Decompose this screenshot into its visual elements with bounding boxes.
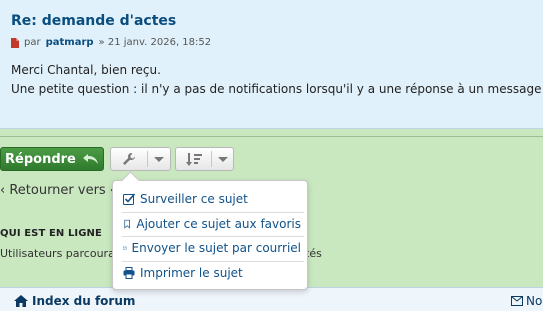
post-doc-icon[interactable] xyxy=(11,37,19,48)
sort-segment[interactable] xyxy=(176,148,211,170)
chevron-down-icon xyxy=(217,156,228,162)
envelope-icon xyxy=(123,246,127,250)
wrench-segment[interactable] xyxy=(111,148,147,170)
who-is-online-text: Utilisateurs parcourar xyxy=(0,247,120,260)
divider xyxy=(0,136,543,137)
menu-item-bookmark-topic[interactable]: Ajouter ce sujet aux favoris xyxy=(123,214,301,234)
notifications-link[interactable]: No xyxy=(511,294,542,308)
post-by-label: par xyxy=(24,37,41,48)
menu-divider xyxy=(122,212,304,213)
wrench-icon xyxy=(123,153,136,165)
reply-button[interactable]: Répondre xyxy=(0,147,104,171)
reply-arrow-icon xyxy=(82,154,98,164)
envelope-icon xyxy=(511,296,523,306)
notifications-label: No xyxy=(526,294,543,308)
post-meta: par patmarp » 21 janv. 2026, 18:52 xyxy=(11,37,211,48)
post-line: Merci Chantal, bien reçu. xyxy=(11,63,161,77)
bookmark-icon xyxy=(124,219,130,229)
menu-item-print-topic[interactable]: Imprimer le sujet xyxy=(123,263,301,283)
reply-button-label: Répondre xyxy=(5,151,76,167)
menu-item-label: Surveiller ce sujet xyxy=(140,192,248,206)
dropdown-pointer xyxy=(121,171,140,190)
sort-dropdown-toggle[interactable] xyxy=(212,148,233,170)
check-square-icon xyxy=(123,193,135,205)
forum-index-label: Index du forum xyxy=(32,294,136,308)
post-author-link[interactable]: patmarp xyxy=(46,37,94,48)
post-line: Une petite question : il n'y a pas de no… xyxy=(11,82,543,96)
post-body: Merci Chantal, bien reçu. Une petite que… xyxy=(11,61,543,99)
topic-tools-dropdown: Surveiller ce sujet Ajouter ce sujet aux… xyxy=(112,171,308,290)
menu-item-watch-topic[interactable]: Surveiller ce sujet xyxy=(123,189,301,209)
post-panel: Re: demande d'actes par patmarp » 21 jan… xyxy=(0,0,543,129)
menu-item-email-topic[interactable]: Envoyer le sujet par courriel xyxy=(123,238,301,258)
menu-divider xyxy=(122,236,304,237)
menu-item-label: Ajouter ce sujet aux favoris xyxy=(136,217,301,231)
tools-dropdown-toggle[interactable] xyxy=(148,148,170,170)
print-icon xyxy=(123,267,135,279)
sort-button[interactable] xyxy=(175,147,234,171)
who-is-online-heading: QUI EST EN LIGNE xyxy=(0,228,102,239)
chevron-down-icon xyxy=(154,156,165,162)
menu-divider xyxy=(122,261,304,262)
home-icon xyxy=(14,295,28,307)
footer-navbar: Index du forum No xyxy=(0,287,543,311)
menu-item-label: Envoyer le sujet par courriel xyxy=(131,241,301,255)
topic-tools-button[interactable] xyxy=(110,147,171,171)
sort-icon xyxy=(185,153,202,166)
post-date: » 21 janv. 2026, 18:52 xyxy=(98,37,212,48)
forum-index-link[interactable]: Index du forum xyxy=(14,294,135,308)
return-to-forum-link[interactable]: ‹ Retourner vers ‹ xyxy=(0,183,115,198)
menu-item-label: Imprimer le sujet xyxy=(140,266,243,280)
post-title[interactable]: Re: demande d'actes xyxy=(11,13,176,29)
